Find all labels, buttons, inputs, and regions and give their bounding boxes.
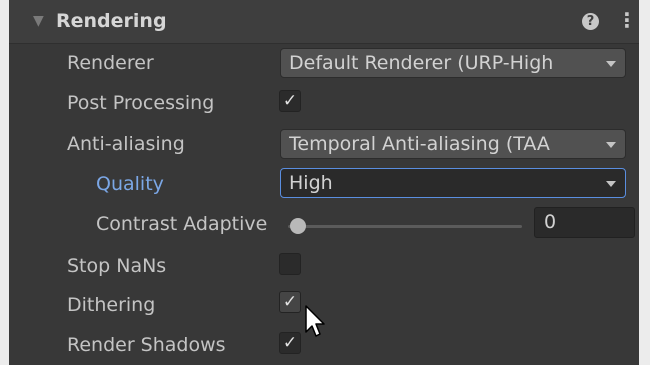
stop-nans-checkbox[interactable] <box>279 253 301 275</box>
quality-label: Quality <box>96 173 164 195</box>
section-title: Rendering <box>56 10 167 32</box>
checkmark-icon: ✓ <box>282 292 298 312</box>
renderer-value: Default Renderer (URP-High <box>289 52 554 74</box>
dropdown-arrow-icon <box>606 181 616 187</box>
render-shadows-label: Render Shadows <box>67 334 226 356</box>
post-processing-label: Post Processing <box>67 92 215 114</box>
stop-nans-label: Stop NaNs <box>67 255 167 277</box>
anti-aliasing-label: Anti-aliasing <box>67 133 185 155</box>
rendering-section-header[interactable]: ▼ Rendering ? ⋮ <box>9 0 639 44</box>
dithering-checkbox[interactable]: ✓ <box>279 291 301 313</box>
renderer-dropdown[interactable]: Default Renderer (URP-High <box>280 48 626 78</box>
anti-aliasing-value: Temporal Anti-aliasing (TAA <box>289 133 550 155</box>
help-icon[interactable]: ? <box>582 13 599 30</box>
checkmark-icon: ✓ <box>282 333 298 353</box>
mouse-cursor-icon <box>305 305 325 337</box>
more-options-icon[interactable]: ⋮ <box>617 10 637 30</box>
contrast-adaptive-label: Contrast Adaptive Sharpening <box>96 213 274 235</box>
contrast-slider-knob[interactable] <box>290 218 306 234</box>
foldout-arrow-icon[interactable]: ▼ <box>33 13 44 29</box>
renderer-label: Renderer <box>67 52 154 74</box>
checkmark-icon: ✓ <box>282 91 298 111</box>
contrast-value-field[interactable]: 0 <box>534 207 635 238</box>
contrast-slider-track[interactable] <box>288 225 522 228</box>
contrast-value: 0 <box>544 211 557 233</box>
render-shadows-checkbox[interactable]: ✓ <box>279 332 301 354</box>
dropdown-arrow-icon <box>606 61 616 67</box>
anti-aliasing-dropdown[interactable]: Temporal Anti-aliasing (TAA <box>280 129 626 159</box>
post-processing-checkbox[interactable]: ✓ <box>279 90 301 112</box>
dropdown-arrow-icon <box>606 142 616 148</box>
quality-value: High <box>289 172 333 194</box>
quality-dropdown[interactable]: High <box>280 168 626 198</box>
dithering-label: Dithering <box>67 294 156 316</box>
